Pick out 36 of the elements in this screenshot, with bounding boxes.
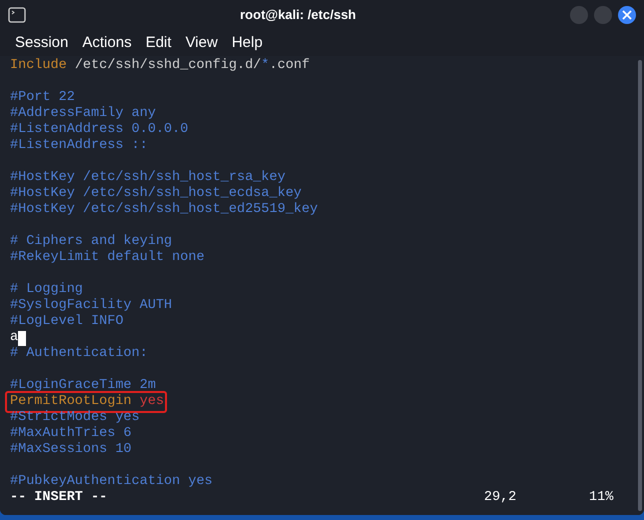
- menu-item[interactable]: Session: [15, 32, 68, 54]
- menu-item[interactable]: View: [185, 32, 218, 54]
- maximize-button[interactable]: [594, 6, 612, 24]
- menu-item[interactable]: Actions: [82, 32, 132, 54]
- code-line: #MaxAuthTries 6: [10, 426, 132, 442]
- code-line: # Logging: [10, 282, 83, 298]
- scrollbar[interactable]: [638, 60, 642, 511]
- code-line: # Ciphers and keying: [10, 234, 172, 250]
- mode-indicator: -- INSERT --: [10, 488, 108, 507]
- code-line: #Port 22: [10, 90, 75, 106]
- terminal-icon: [8, 7, 26, 23]
- code-line: #StrictModes yes: [10, 410, 140, 426]
- menu-item[interactable]: Edit: [146, 32, 172, 54]
- code-line: #HostKey /etc/ssh/ssh_host_ecdsa_key: [10, 186, 302, 202]
- code-line: Include /etc/ssh/sshd_config.d/*.conf: [10, 58, 310, 74]
- code-line: #HostKey /etc/ssh/ssh_host_ed25519_key: [10, 202, 318, 218]
- code-line: #SyslogFacility AUTH: [10, 298, 172, 314]
- code-line: PermitRootLogin yes: [10, 394, 164, 410]
- close-button[interactable]: [618, 6, 636, 24]
- minimize-button[interactable]: [570, 6, 588, 24]
- scroll-percent: 11%: [589, 488, 614, 507]
- close-icon: [622, 10, 632, 20]
- code-line: #AddressFamily any: [10, 106, 156, 122]
- code-line: a: [10, 330, 18, 346]
- code-line: #RekeyLimit default none: [10, 250, 204, 266]
- code-line: #LoginGraceTime 2m: [10, 378, 156, 394]
- menu-item[interactable]: Help: [232, 32, 263, 54]
- code-line: #LogLevel INFO: [10, 314, 124, 330]
- code-line: #HostKey /etc/ssh/ssh_host_rsa_key: [10, 170, 286, 186]
- code-line: #ListenAddress 0.0.0.0: [10, 122, 188, 138]
- code-line: #MaxSessions 10: [10, 442, 132, 458]
- cursor-position: 29,2: [484, 488, 518, 507]
- code-line: #PubkeyAuthentication yes: [10, 474, 213, 490]
- code-line: # Authentication:: [10, 346, 148, 362]
- code-line: #ListenAddress ::: [10, 138, 148, 154]
- window-title: root@kali: /etc/ssh: [240, 7, 356, 22]
